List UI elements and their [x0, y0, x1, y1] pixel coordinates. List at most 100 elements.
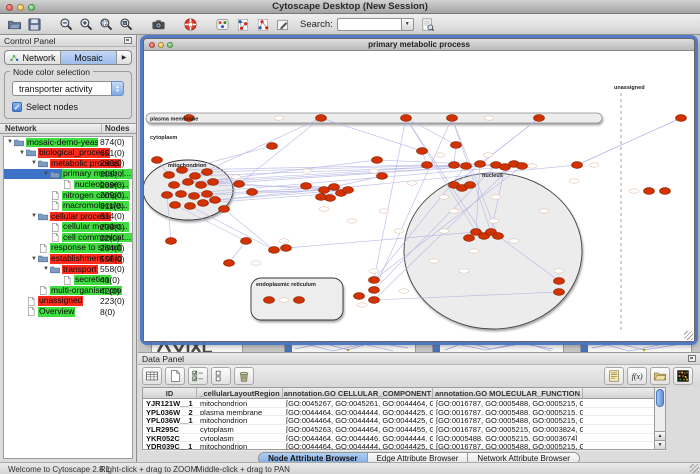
- network-node[interactable]: [369, 277, 380, 284]
- network-node[interactable]: [202, 169, 213, 176]
- network-node[interactable]: [372, 157, 383, 164]
- camera-icon[interactable]: [149, 16, 167, 33]
- network-node[interactable]: [554, 289, 565, 296]
- function-builder-icon[interactable]: f(x): [627, 367, 647, 385]
- network-node[interactable]: [329, 184, 340, 191]
- network-tree-item[interactable]: cellular metabo...209(0): [4, 222, 132, 233]
- network-node[interactable]: [269, 247, 280, 254]
- tab-overflow-arrow-icon[interactable]: ▶: [117, 51, 131, 64]
- float-panel-icon[interactable]: [688, 355, 696, 362]
- save-icon[interactable]: [25, 16, 43, 33]
- network-node[interactable]: [198, 200, 209, 207]
- network-tree-item[interactable]: ▼transport558(0): [4, 264, 132, 275]
- zoom-out-icon[interactable]: [57, 16, 75, 33]
- network-node[interactable]: [219, 206, 230, 213]
- network-tree-item[interactable]: unassigned223(0): [4, 296, 132, 307]
- expand-arrow-icon[interactable]: ▼: [42, 171, 50, 177]
- expand-arrow-icon[interactable]: ▼: [6, 139, 14, 145]
- network-node[interactable]: [447, 115, 458, 122]
- network-node[interactable]: [465, 182, 476, 189]
- network-node[interactable]: [417, 148, 428, 155]
- network-node[interactable]: [234, 181, 245, 188]
- search-dropdown-arrow-icon[interactable]: ▼: [401, 18, 414, 31]
- attribute-matrix-icon[interactable]: [673, 367, 693, 385]
- network-node[interactable]: [572, 162, 583, 169]
- network-node[interactable]: [461, 163, 472, 170]
- network-node[interactable]: [676, 115, 687, 122]
- network-node[interactable]: [464, 235, 475, 242]
- new-document-icon[interactable]: [165, 367, 185, 385]
- open-file-icon[interactable]: [5, 16, 23, 33]
- expand-arrow-icon[interactable]: ▼: [30, 213, 38, 219]
- network-node[interactable]: [660, 188, 671, 195]
- network-node[interactable]: [185, 203, 196, 210]
- network-node[interactable]: [644, 188, 655, 195]
- network-node[interactable]: [183, 179, 194, 186]
- network-tree-item[interactable]: secretion41(0): [4, 275, 132, 286]
- table-row[interactable]: YJR121W__1mitochondrion[GO:0045267, GO:0…: [143, 399, 665, 408]
- zoom-fit-icon[interactable]: [117, 16, 135, 33]
- network-node[interactable]: [369, 287, 380, 294]
- network-tree-item[interactable]: ▼metabolic process280(0): [4, 158, 132, 169]
- network-node[interactable]: [170, 202, 181, 209]
- network-node[interactable]: [449, 162, 460, 169]
- network-tree-item[interactable]: cell communicat...22(0): [4, 232, 132, 243]
- network-node[interactable]: [294, 297, 305, 304]
- network-node[interactable]: [475, 161, 486, 168]
- scroll-up-button[interactable]: ▲: [655, 431, 665, 440]
- network-node[interactable]: [534, 115, 545, 122]
- scroll-down-button[interactable]: ▼: [655, 440, 665, 449]
- search-input[interactable]: [337, 18, 401, 31]
- select-nodes-checkbox[interactable]: ✓: [12, 102, 22, 112]
- network-node[interactable]: [369, 297, 380, 304]
- network-node[interactable]: [554, 278, 565, 285]
- network-tree-item[interactable]: response to stimulu...264(0): [4, 243, 132, 254]
- network-edit-1-icon[interactable]: [233, 16, 251, 33]
- network-tree-item[interactable]: nitrogen compo...209(0): [4, 190, 132, 201]
- network-node[interactable]: [267, 143, 278, 150]
- network-node[interactable]: [422, 162, 433, 169]
- network-node[interactable]: [241, 238, 252, 245]
- help-lifesaver-icon[interactable]: [181, 16, 199, 33]
- annotation-icon[interactable]: [273, 16, 291, 33]
- network-node[interactable]: [316, 115, 327, 122]
- table-column-header[interactable]: annotation.GO MOLECULAR_FUNCTION: [433, 388, 583, 398]
- network-tree-item[interactable]: ▼establishment of lo...558(0): [4, 254, 132, 265]
- network-edit-2-icon[interactable]: [253, 16, 271, 33]
- network-edge[interactable]: [190, 206, 274, 250]
- search-config-icon[interactable]: [419, 16, 437, 33]
- network-node[interactable]: [264, 297, 275, 304]
- table-column-header[interactable]: _cellularLayoutRegion: [197, 388, 283, 398]
- tree-col-network[interactable]: Network: [0, 124, 102, 133]
- table-row[interactable]: YDR039C__1mitochondrion[GO:0044464, GO:0…: [143, 442, 665, 451]
- network-node[interactable]: [152, 157, 163, 164]
- network-edge[interactable]: [239, 118, 321, 184]
- attribute-list-icon[interactable]: [604, 367, 624, 385]
- unselect-attributes-icon[interactable]: [211, 367, 231, 385]
- scrollbar-thumb[interactable]: [656, 389, 664, 407]
- network-node[interactable]: [451, 142, 462, 149]
- network-node[interactable]: [343, 187, 354, 194]
- expand-arrow-icon[interactable]: ▼: [42, 266, 50, 272]
- vizmapper-icon[interactable]: [213, 16, 231, 33]
- node-color-dropdown[interactable]: transporter activity ▲▼: [12, 81, 124, 96]
- window-resize-grip[interactable]: [690, 464, 699, 473]
- network-tree-item[interactable]: nucleobase-...209(0): [4, 179, 132, 190]
- float-panel-icon[interactable]: [124, 37, 132, 44]
- network-tree-item[interactable]: ▼biological_process651(0): [4, 148, 132, 159]
- network-node[interactable]: [190, 173, 201, 180]
- table-row[interactable]: YKR052Ccytoplasm[GO:0044464, GO:0044446,…: [143, 434, 665, 443]
- network-node[interactable]: [164, 172, 175, 179]
- network-node[interactable]: [377, 173, 388, 180]
- zoom-in-icon[interactable]: [77, 16, 95, 33]
- network-node[interactable]: [176, 191, 187, 198]
- table-grid-icon[interactable]: [142, 367, 162, 385]
- delete-attribute-icon[interactable]: [234, 367, 254, 385]
- network-node[interactable]: [316, 194, 327, 201]
- expand-arrow-icon[interactable]: ▼: [30, 256, 38, 262]
- network-tree-item[interactable]: multi-organism pro...42(0): [4, 285, 132, 296]
- network-node[interactable]: [301, 183, 312, 190]
- network-node[interactable]: [169, 182, 180, 189]
- network-tree-item[interactable]: ▼mosaic-demo-yeast874(0): [4, 137, 132, 148]
- network-tree-item[interactable]: Overview8(0): [4, 307, 132, 318]
